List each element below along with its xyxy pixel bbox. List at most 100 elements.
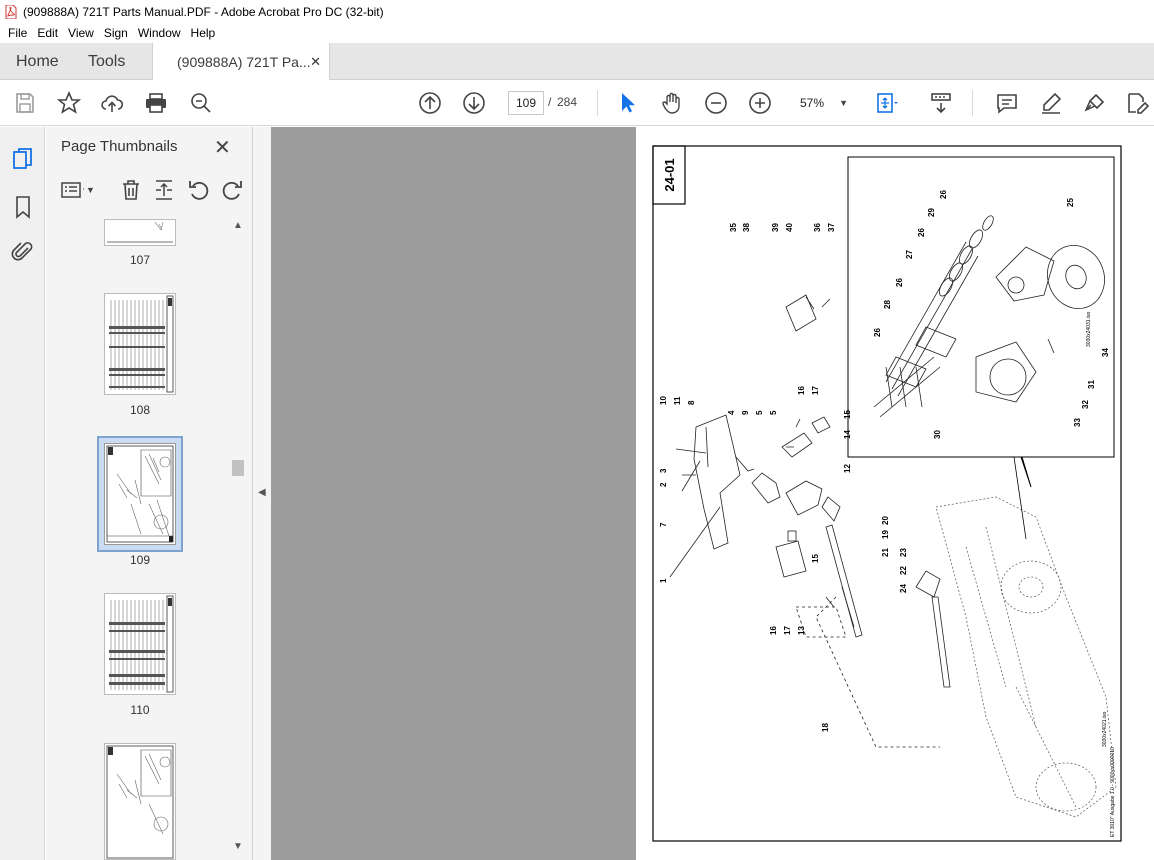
acrobat-app-icon xyxy=(5,5,17,19)
menu-help[interactable]: Help xyxy=(191,26,216,40)
page-thumbnail[interactable] xyxy=(104,593,176,695)
edit-document-icon[interactable] xyxy=(1125,91,1150,115)
toolbar-divider xyxy=(597,90,598,116)
fit-page-icon[interactable] xyxy=(874,91,898,115)
drawing-reference: 3030x24021.iso xyxy=(1102,711,1108,747)
callout-12: 12 xyxy=(843,464,852,473)
callout-27: 27 xyxy=(905,250,914,259)
callout-17: 17 xyxy=(811,386,820,395)
close-tab-icon[interactable]: ✕ xyxy=(310,54,321,70)
callout-26: 26 xyxy=(895,278,904,287)
callout-22: 22 xyxy=(899,566,908,575)
thumbnail-label: 108 xyxy=(129,403,151,417)
callout-14: 14 xyxy=(843,430,852,439)
hand-tool-icon[interactable] xyxy=(660,91,684,115)
callout-2: 2 xyxy=(659,482,668,487)
page-separator: / xyxy=(548,95,552,109)
callout-31: 31 xyxy=(1087,380,1096,389)
page-thumbnails-icon[interactable] xyxy=(11,147,35,171)
sign-pen-icon[interactable] xyxy=(1083,91,1107,115)
thumbnail-toolbar: ▼ xyxy=(46,173,253,207)
zoom-dropdown[interactable]: 57% ▼ xyxy=(788,91,854,115)
callout-15: 15 xyxy=(843,410,852,419)
next-page-icon[interactable] xyxy=(462,91,486,115)
bookmarks-icon[interactable] xyxy=(11,195,35,219)
callout-18: 18 xyxy=(821,723,830,732)
tab-document[interactable]: (909888A) 721T Pa... ✕ xyxy=(152,43,330,81)
callout-20: 20 xyxy=(881,516,890,525)
zoom-value: 57% xyxy=(800,96,825,110)
callout-5: 5 xyxy=(769,410,778,415)
tab-tools[interactable]: Tools xyxy=(88,43,125,80)
title-bar: (909888A) 721T Parts Manual.PDF - Adobe … xyxy=(0,0,1154,24)
tab-document-label: (909888A) 721T Pa... xyxy=(177,54,311,70)
menu-bar: File Edit View Sign Window Help xyxy=(0,24,1154,42)
window-title: (909888A) 721T Parts Manual.PDF - Adobe … xyxy=(23,5,384,19)
pdf-page: 24-01 26 29 26 27 26 28 26 30 25 34 31 3… xyxy=(636,127,1154,860)
callout-7: 7 xyxy=(659,522,668,527)
callout-11: 11 xyxy=(673,396,682,405)
previous-page-icon[interactable] xyxy=(418,91,442,115)
callout-24: 24 xyxy=(899,584,908,593)
callout-39: 39 xyxy=(771,223,780,232)
page-thumbnail-selected[interactable] xyxy=(97,436,183,552)
tab-home[interactable]: Home xyxy=(16,43,59,80)
comment-icon[interactable] xyxy=(995,91,1019,115)
close-panel-icon[interactable]: ✕ xyxy=(214,135,231,160)
panel-splitter[interactable]: ◀ xyxy=(253,127,271,860)
options-menu-icon[interactable] xyxy=(60,178,86,202)
scroll-mode-icon[interactable] xyxy=(929,91,953,115)
zoom-search-icon[interactable] xyxy=(189,91,213,115)
bookmark-star-icon[interactable] xyxy=(56,90,82,115)
scrollbar-thumb[interactable] xyxy=(232,460,244,476)
callout-26: 26 xyxy=(939,190,948,199)
options-caret-icon[interactable]: ▼ xyxy=(86,185,95,195)
menu-file[interactable]: File xyxy=(8,26,27,40)
rotate-clockwise-icon[interactable] xyxy=(220,178,244,202)
callout-10: 10 xyxy=(659,396,668,405)
page-thumbnail[interactable] xyxy=(104,219,176,246)
zoom-out-icon[interactable] xyxy=(704,91,728,115)
callout-9: 9 xyxy=(741,410,750,415)
upload-cloud-icon[interactable] xyxy=(100,91,124,115)
thumbnail-list: 107 108 109 110 xyxy=(46,213,230,860)
toolbar-divider xyxy=(972,90,973,116)
page-number-input[interactable]: 109 xyxy=(508,91,544,115)
menu-view[interactable]: View xyxy=(68,26,94,40)
attachments-paperclip-icon[interactable] xyxy=(11,240,35,264)
highlight-pen-icon[interactable] xyxy=(1039,91,1063,115)
collapse-panel-icon[interactable]: ◀ xyxy=(258,487,266,498)
tab-bar: Home Tools (909888A) 721T Pa... ✕ xyxy=(0,43,1154,81)
page-thumbnail[interactable] xyxy=(104,293,176,395)
section-tag: 24-01 xyxy=(662,158,677,191)
delete-page-icon[interactable] xyxy=(119,178,143,202)
menu-sign[interactable]: Sign xyxy=(104,26,128,40)
page-thumbnail[interactable] xyxy=(104,743,176,860)
print-icon[interactable] xyxy=(144,91,168,115)
page-thumbnails-panel: Page Thumbnails ✕ ▼ 107 108 109 110 ▲ ▼ xyxy=(46,127,253,860)
callout-15: 15 xyxy=(811,554,820,563)
callout-19: 19 xyxy=(881,530,890,539)
save-icon[interactable] xyxy=(13,91,37,115)
scroll-up-icon[interactable]: ▲ xyxy=(233,220,243,231)
callout-40: 40 xyxy=(785,223,794,232)
scroll-down-icon[interactable]: ▼ xyxy=(233,841,243,852)
menu-window[interactable]: Window xyxy=(138,26,181,40)
thumbnail-label: 110 xyxy=(130,703,150,717)
edition-text: ET 3010" Ausgabe 1.0 - 9000xx0000010 xyxy=(1110,747,1116,837)
thumbnail-scrollbar[interactable]: ▲ ▼ xyxy=(230,217,246,857)
rotate-counterclockwise-icon[interactable] xyxy=(187,178,211,202)
callout-36: 36 xyxy=(813,223,822,232)
callout-17: 17 xyxy=(783,626,792,635)
callout-25: 25 xyxy=(1066,198,1075,207)
zoom-in-icon[interactable] xyxy=(748,91,772,115)
callout-38: 38 xyxy=(742,223,751,232)
menu-edit[interactable]: Edit xyxy=(37,26,58,40)
callout-16: 16 xyxy=(769,626,778,635)
callout-3: 3 xyxy=(659,468,668,473)
select-cursor-icon[interactable] xyxy=(616,91,640,115)
extract-page-icon[interactable] xyxy=(152,178,176,202)
callout-30: 30 xyxy=(933,430,942,439)
callout-8: 8 xyxy=(687,400,696,405)
document-viewport[interactable]: 24-01 26 29 26 27 26 28 26 30 25 34 31 3… xyxy=(271,127,1154,860)
